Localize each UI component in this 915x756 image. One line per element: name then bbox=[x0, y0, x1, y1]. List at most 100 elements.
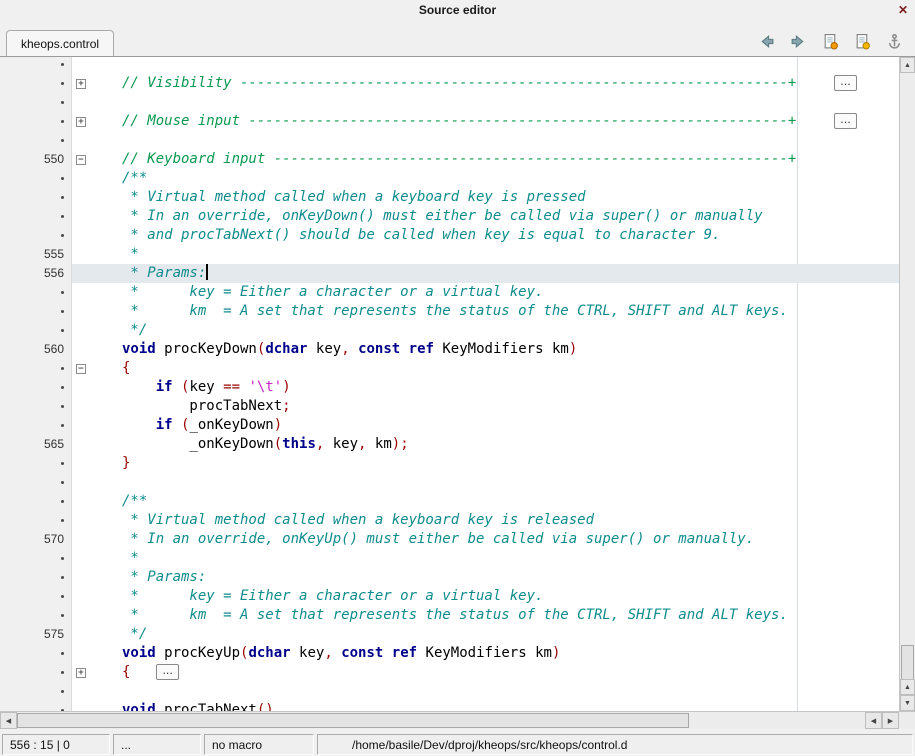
gutter-cell[interactable] bbox=[0, 188, 72, 207]
code-line[interactable]: procTabNext; bbox=[0, 397, 899, 416]
gutter-cell[interactable] bbox=[0, 57, 72, 74]
gutter-cell[interactable] bbox=[0, 416, 72, 435]
code-line[interactable]: 555 * bbox=[0, 245, 899, 264]
gutter-cell[interactable] bbox=[0, 169, 72, 188]
scroll-left-button[interactable]: ◀ bbox=[0, 712, 17, 729]
gutter-cell[interactable] bbox=[0, 701, 72, 711]
save-icon[interactable] bbox=[822, 33, 839, 50]
gutter-cell[interactable] bbox=[0, 378, 72, 397]
code-line[interactable] bbox=[0, 93, 899, 112]
code-line[interactable]: +{... bbox=[0, 663, 899, 682]
code-line[interactable]: } bbox=[0, 454, 899, 473]
gutter-cell[interactable] bbox=[0, 568, 72, 587]
nav-back-icon[interactable] bbox=[758, 33, 775, 50]
gutter-cell[interactable] bbox=[0, 302, 72, 321]
code-line[interactable]: +// Visibility -------------------------… bbox=[0, 74, 899, 93]
gutter-cell[interactable] bbox=[0, 226, 72, 245]
code-line[interactable] bbox=[0, 131, 899, 150]
folded-code-box[interactable]: ... bbox=[834, 75, 857, 91]
folded-code-box[interactable]: ... bbox=[156, 664, 179, 680]
code-line[interactable]: 550−// Keyboard input ------------------… bbox=[0, 150, 899, 169]
horizontal-scrollbar[interactable]: ◀ ◀ ▶ bbox=[0, 711, 915, 729]
code-line[interactable]: * key = Either a character or a virtual … bbox=[0, 587, 899, 606]
gutter-dot bbox=[61, 101, 64, 104]
detach-icon[interactable] bbox=[886, 33, 903, 50]
fold-collapse-icon[interactable]: − bbox=[76, 364, 86, 374]
code-text: { bbox=[94, 359, 899, 378]
gutter-cell[interactable] bbox=[0, 682, 72, 701]
gutter-cell[interactable]: 556 bbox=[0, 264, 72, 283]
code-line[interactable]: * Virtual method called when a keyboard … bbox=[0, 511, 899, 530]
code-line[interactable]: void procTabNext() bbox=[0, 701, 899, 711]
horizontal-scroll-trough[interactable] bbox=[689, 712, 865, 729]
gutter-cell[interactable] bbox=[0, 74, 72, 93]
gutter-cell[interactable]: 550 bbox=[0, 150, 72, 169]
gutter-cell[interactable] bbox=[0, 93, 72, 112]
gutter-cell[interactable] bbox=[0, 606, 72, 625]
code-line[interactable]: * bbox=[0, 549, 899, 568]
code-line[interactable]: * km = A set that represents the status … bbox=[0, 302, 899, 321]
gutter-cell[interactable] bbox=[0, 131, 72, 150]
code-line[interactable]: /** bbox=[0, 492, 899, 511]
code-line[interactable]: if (key == '\t') bbox=[0, 378, 899, 397]
gutter-cell[interactable] bbox=[0, 549, 72, 568]
gutter-cell[interactable]: 565 bbox=[0, 435, 72, 454]
code-line[interactable]: 570 * In an override, onKeyUp() must eit… bbox=[0, 530, 899, 549]
code-line[interactable]: +// Mouse input ------------------------… bbox=[0, 112, 899, 131]
gutter-cell[interactable]: 570 bbox=[0, 530, 72, 549]
code-text: * Params: bbox=[94, 264, 899, 283]
gutter-cell[interactable] bbox=[0, 283, 72, 302]
scroll-left-button-2[interactable]: ◀ bbox=[865, 712, 882, 729]
tab-kheops-control[interactable]: kheops.control bbox=[6, 30, 114, 56]
scroll-right-button[interactable]: ▶ bbox=[882, 712, 899, 729]
code-line[interactable]: * Virtual method called when a keyboard … bbox=[0, 188, 899, 207]
close-icon[interactable]: ✕ bbox=[898, 0, 908, 20]
code-line[interactable]: 565 _onKeyDown(this, key, km); bbox=[0, 435, 899, 454]
fold-expand-icon[interactable]: + bbox=[76, 117, 86, 127]
gutter-cell[interactable] bbox=[0, 492, 72, 511]
code-line[interactable]: * Params: bbox=[0, 568, 899, 587]
gutter-cell[interactable]: 560 bbox=[0, 340, 72, 359]
code-line[interactable] bbox=[0, 473, 899, 492]
code-line[interactable]: * and procTabNext() should be called whe… bbox=[0, 226, 899, 245]
gutter-cell[interactable] bbox=[0, 321, 72, 340]
code-line[interactable]: /** bbox=[0, 169, 899, 188]
code-editor[interactable]: +// Visibility -------------------------… bbox=[0, 57, 915, 711]
gutter-cell[interactable] bbox=[0, 663, 72, 682]
code-line[interactable]: */ bbox=[0, 321, 899, 340]
vertical-scrollbar[interactable]: ▲ ▲ ▼ bbox=[899, 57, 915, 711]
gutter-cell[interactable] bbox=[0, 644, 72, 663]
folded-code-box[interactable]: ... bbox=[834, 113, 857, 129]
gutter-cell[interactable] bbox=[0, 207, 72, 226]
code-line[interactable] bbox=[0, 57, 899, 74]
nav-forward-icon[interactable] bbox=[790, 33, 807, 50]
gutter-cell[interactable] bbox=[0, 397, 72, 416]
gutter-cell[interactable] bbox=[0, 587, 72, 606]
gutter-cell[interactable]: 555 bbox=[0, 245, 72, 264]
scroll-up-button[interactable]: ▲ bbox=[900, 57, 915, 73]
horizontal-scroll-thumb[interactable] bbox=[17, 713, 689, 728]
code-line[interactable]: void procKeyUp(dchar key, const ref KeyM… bbox=[0, 644, 899, 663]
title-bar[interactable]: Source editor ✕ bbox=[0, 0, 915, 20]
scroll-up-button-2[interactable]: ▲ bbox=[900, 679, 915, 695]
code-line[interactable] bbox=[0, 682, 899, 701]
fold-expand-icon[interactable]: + bbox=[76, 668, 86, 678]
code-line[interactable]: * In an override, onKeyDown() must eithe… bbox=[0, 207, 899, 226]
code-line[interactable]: −{ bbox=[0, 359, 899, 378]
code-line[interactable]: * key = Either a character or a virtual … bbox=[0, 283, 899, 302]
gutter-cell[interactable]: 575 bbox=[0, 625, 72, 644]
gutter-cell[interactable] bbox=[0, 359, 72, 378]
gutter-cell[interactable] bbox=[0, 112, 72, 131]
scroll-down-button[interactable]: ▼ bbox=[900, 695, 915, 711]
gutter-cell[interactable] bbox=[0, 511, 72, 530]
gutter-cell[interactable] bbox=[0, 454, 72, 473]
code-line[interactable]: 560void procKeyDown(dchar key, const ref… bbox=[0, 340, 899, 359]
code-line[interactable]: if (_onKeyDown) bbox=[0, 416, 899, 435]
save-as-icon[interactable] bbox=[854, 33, 871, 50]
code-line[interactable]: 575 */ bbox=[0, 625, 899, 644]
fold-expand-icon[interactable]: + bbox=[76, 79, 86, 89]
code-line[interactable]: * km = A set that represents the status … bbox=[0, 606, 899, 625]
gutter-cell[interactable] bbox=[0, 473, 72, 492]
current-code-line[interactable]: 556 * Params: bbox=[0, 264, 899, 283]
fold-collapse-icon[interactable]: − bbox=[76, 155, 86, 165]
